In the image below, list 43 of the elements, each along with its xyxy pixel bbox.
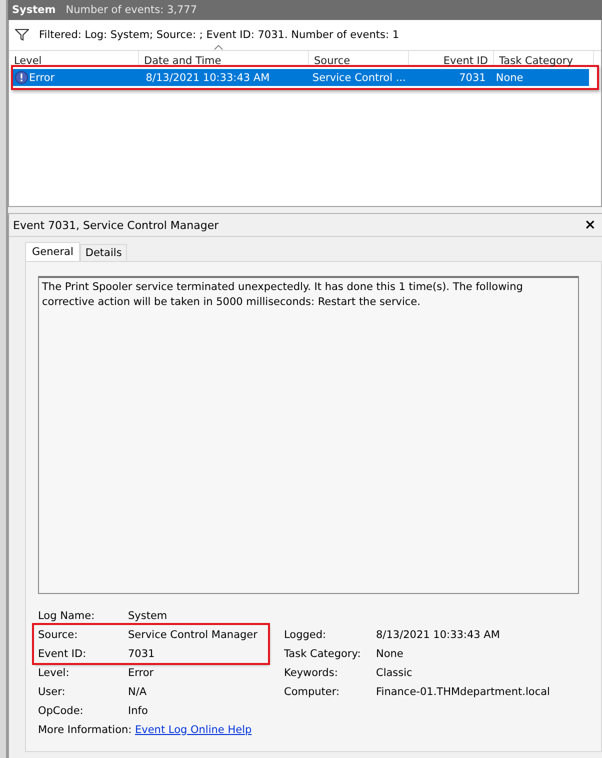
event-message: The Print Spooler service terminated unexpectedly. It has done this 1 time(s). The following corrective action will be taken in 5000 milliseconds: Restart the service. bbox=[38, 276, 579, 594]
column-header[interactable]: Event ID bbox=[409, 51, 494, 65]
event-cell-text: Error bbox=[28, 72, 56, 84]
event-cell-text: 7031 bbox=[458, 72, 487, 84]
tab[interactable]: Details bbox=[80, 244, 127, 262]
event-cell-text: None bbox=[494, 72, 524, 84]
event-title: Event 7031, Service Control Manager bbox=[13, 218, 219, 232]
field-label: Task Category: bbox=[284, 648, 362, 660]
column-header[interactable]: Source bbox=[309, 51, 409, 65]
field-value: Service Control Manager bbox=[128, 628, 258, 640]
field-value: Error bbox=[128, 666, 154, 678]
filter-text: Filtered: Log: System; Source: ; Event ID: 7031. Number of events: 1 bbox=[39, 29, 400, 41]
field-value: Info bbox=[128, 704, 148, 716]
field-label: Event ID: bbox=[38, 648, 88, 660]
event-count: Number of events: 3,777 bbox=[66, 4, 198, 16]
field-value: None bbox=[376, 648, 404, 660]
field-label: Source: bbox=[38, 628, 79, 640]
event-cell-text: 8/13/2021 10:33:43 AM bbox=[144, 72, 271, 84]
column-header[interactable]: Task Category bbox=[494, 51, 594, 65]
column-header[interactable]: Date and Time bbox=[139, 51, 309, 65]
event-cell-text: Service Control ... bbox=[311, 72, 407, 84]
close-button[interactable]: × bbox=[584, 217, 596, 233]
column-header[interactable]: Level bbox=[9, 51, 139, 65]
filter-icon bbox=[15, 29, 29, 41]
event-row[interactable]: Error 8/13/2021 10:33:43 AM Service Control ... 7031 None bbox=[13, 69, 589, 86]
field-value: 7031 bbox=[128, 648, 155, 660]
log-title: System bbox=[12, 4, 56, 16]
field-label: Keywords: bbox=[284, 666, 339, 678]
field-label: More Information: bbox=[38, 724, 133, 736]
field-value: N/A bbox=[128, 686, 147, 698]
field-label: Log Name: bbox=[38, 610, 96, 622]
field-label: Computer: bbox=[284, 686, 341, 698]
field-value: System bbox=[128, 610, 168, 622]
field-value: Classic bbox=[376, 666, 412, 678]
help-link[interactable]: Event Log Online Help bbox=[135, 724, 252, 736]
field-value: Finance-01.THMdepartment.local bbox=[376, 686, 550, 698]
info-icon bbox=[15, 71, 28, 84]
field-label: OpCode: bbox=[38, 704, 84, 716]
field-label: Level: bbox=[38, 666, 70, 678]
field-value: 8/13/2021 10:33:43 AM bbox=[376, 628, 500, 640]
field-label: User: bbox=[38, 686, 66, 698]
field-label: Logged: bbox=[284, 628, 328, 640]
tab[interactable]: General bbox=[25, 242, 80, 262]
